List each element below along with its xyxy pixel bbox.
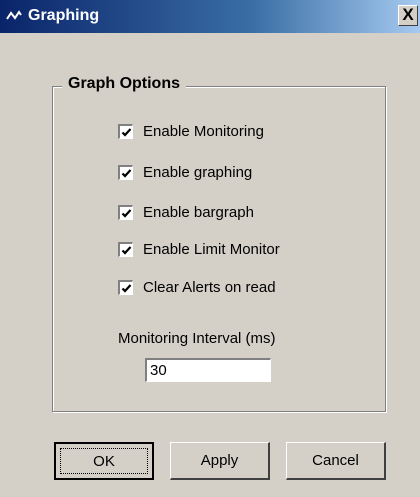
ok-button[interactable]: OK	[54, 442, 154, 480]
checkbox-enable-monitoring[interactable]: Enable Monitoring	[118, 121, 264, 141]
checkbox-label: Enable graphing	[143, 163, 253, 181]
check-icon	[121, 245, 132, 255]
checkbox-label: Enable Limit Monitor	[143, 240, 280, 258]
checkbox-label: Clear Alerts on read	[143, 278, 276, 296]
check-icon	[121, 168, 132, 178]
graph-icon	[6, 10, 22, 20]
cancel-button[interactable]: Cancel	[286, 442, 386, 480]
interval-label: Monitoring Interval (ms)	[118, 330, 276, 347]
checkbox-box[interactable]	[118, 279, 133, 295]
interval-input[interactable]	[145, 358, 271, 382]
check-icon	[121, 283, 132, 293]
close-icon: X	[402, 5, 414, 24]
checkbox-box[interactable]	[118, 123, 133, 139]
group-title: Graph Options	[62, 75, 186, 93]
checkbox-label: Enable bargraph	[143, 203, 254, 221]
checkbox-box[interactable]	[118, 241, 133, 257]
window-title: Graphing	[28, 7, 100, 24]
checkbox-clear-alerts[interactable]: Clear Alerts on read	[118, 277, 276, 297]
checkbox-box[interactable]	[118, 164, 133, 180]
focus-rectangle	[60, 448, 148, 474]
check-icon	[121, 208, 132, 218]
apply-button-label: Apply	[200, 452, 239, 469]
checkbox-enable-graphing[interactable]: Enable graphing	[118, 162, 252, 182]
checkbox-enable-limit-monitor[interactable]: Enable Limit Monitor	[118, 239, 280, 259]
checkbox-box[interactable]	[118, 204, 133, 220]
checkbox-label: Enable Monitoring	[143, 122, 264, 140]
close-button[interactable]: X	[398, 5, 418, 26]
checkbox-enable-bargraph[interactable]: Enable bargraph	[118, 202, 254, 222]
apply-button[interactable]: Apply	[170, 442, 270, 480]
check-icon	[121, 127, 132, 137]
cancel-button-label: Cancel	[312, 452, 359, 469]
title-bar[interactable]: Graphing X	[0, 0, 420, 33]
